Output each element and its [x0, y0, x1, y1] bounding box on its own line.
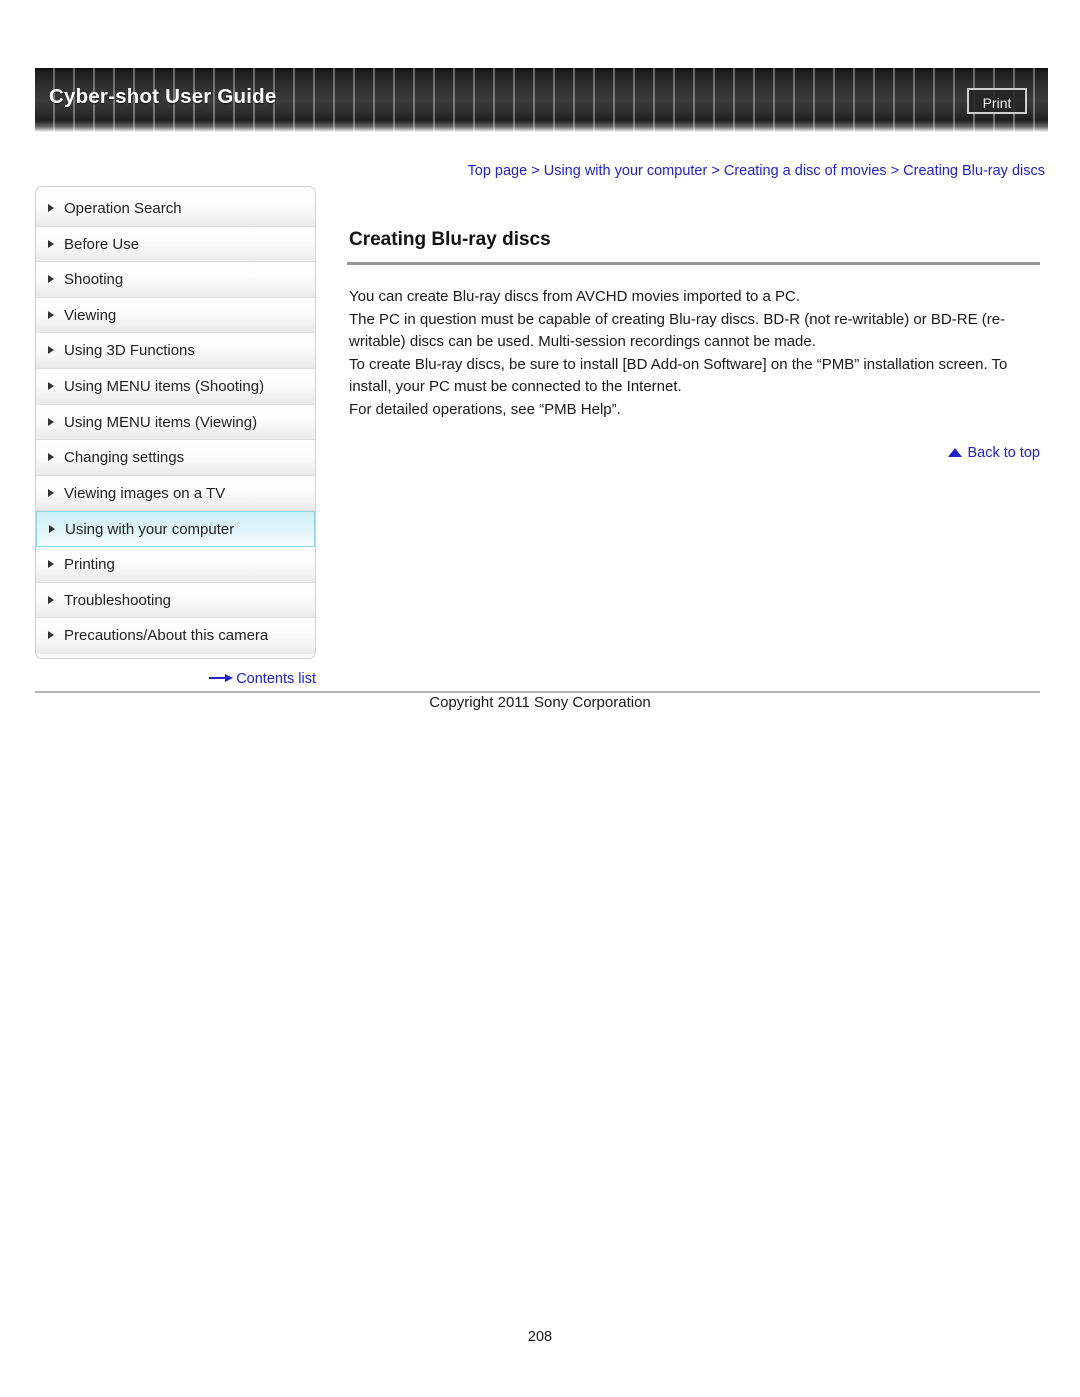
breadcrumb-separator: >: [886, 163, 904, 179]
sidebar-item-label: Printing: [64, 556, 115, 574]
body-paragraph: To create Blu-ray discs, be sure to inst…: [349, 355, 1008, 396]
sidebar-item-label: Using MENU items (Viewing): [64, 413, 258, 431]
triangle-right-icon: [48, 488, 54, 497]
breadcrumb-item-using-with-your-computer[interactable]: Using with your computer: [544, 163, 708, 179]
site-header: Cyber-shot User Guide Print: [35, 68, 1048, 132]
print-button[interactable]: Print: [967, 88, 1027, 114]
triangle-right-icon: [48, 346, 54, 355]
sidebar-item-viewing[interactable]: Viewing: [36, 297, 315, 334]
triangle-right-icon: [48, 382, 54, 390]
triangle-right-icon: [48, 310, 54, 319]
sidebar-item-label: Viewing images on a TV: [64, 484, 226, 502]
sidebar-item-using-menu-items-shooting[interactable]: Using MENU items (Shooting): [36, 368, 315, 405]
page-number: 208: [527, 1329, 553, 1345]
sidebar-item-troubleshooting[interactable]: Troubleshooting: [36, 582, 315, 619]
back-to-top-link[interactable]: Back to top: [800, 445, 1040, 461]
body-paragraph: For detailed operations, see “PMB Help”.: [349, 400, 621, 418]
sidebar-item-precautions-about-this-camera[interactable]: Precautions/About this camera: [36, 618, 315, 654]
site-title: Cyber-shot User Guide: [49, 85, 277, 108]
sidebar-item-label: Using 3D Functions: [64, 342, 195, 360]
sidebar-item-shooting[interactable]: Shooting: [36, 262, 315, 298]
sidebar-item-label: Using MENU items (Shooting): [64, 378, 265, 396]
triangle-right-icon: [49, 525, 55, 534]
sidebar-item-label: Before Use: [64, 235, 140, 253]
arrow-right-icon: [209, 673, 234, 683]
article-body: You can create Blu-ray discs from AVCHD …: [349, 286, 1049, 422]
sidebar-item-changing-settings[interactable]: Changing settings: [36, 440, 315, 476]
sidebar-item-using-3d-functions[interactable]: Using 3D Functions: [36, 333, 315, 369]
triangle-right-icon: [48, 595, 54, 604]
sidebar-item-using-with-your-computer[interactable]: Using with your computer: [36, 511, 315, 547]
page-title: Creating Blu-ray discs: [349, 229, 551, 250]
breadcrumb-item-creating-blu-ray-discs[interactable]: Creating Blu-ray discs: [903, 163, 1045, 179]
contents-list-label: Contents list: [236, 671, 316, 687]
triangle-up-icon: [948, 447, 963, 457]
back-to-top-label: Back to top: [967, 445, 1040, 461]
footer-divider: [35, 691, 1040, 693]
triangle-right-icon: [48, 275, 54, 284]
sidebar-item-viewing-images-on-a-tv[interactable]: Viewing images on a TV: [36, 475, 315, 512]
triangle-right-icon: [48, 204, 54, 213]
sidebar-item-label: Shooting: [64, 271, 124, 289]
sidebar-item-before-use[interactable]: Before Use: [36, 226, 315, 263]
sidebar-item-label: Precautions/About this camera: [64, 627, 269, 645]
triangle-right-icon: [48, 239, 54, 248]
body-paragraph: The PC in question must be capable of cr…: [349, 310, 1006, 351]
sidebar-item-using-menu-items-viewing[interactable]: Using MENU items (Viewing): [36, 404, 315, 441]
title-divider: [347, 262, 1040, 265]
breadcrumb-separator: >: [707, 163, 724, 179]
sidebar-item-label: Using with your computer: [65, 521, 235, 539]
contents-list-link[interactable]: Contents list: [35, 671, 316, 687]
sidebar-item-label: Changing settings: [64, 449, 185, 467]
body-paragraph: You can create Blu-ray discs from AVCHD …: [349, 288, 801, 305]
breadcrumb-item-creating-a-disc-of-movies[interactable]: Creating a disc of movies: [724, 163, 887, 179]
breadcrumb-separator: >: [527, 163, 544, 179]
sidebar-item-label: Viewing: [64, 307, 117, 325]
triangle-right-icon: [48, 453, 54, 462]
copyright-text: Copyright 2011 Sony Corporation: [429, 694, 651, 711]
sidebar-item-label: Operation Search: [64, 200, 182, 218]
triangle-right-icon: [48, 631, 54, 640]
breadcrumb-item-top-page[interactable]: Top page: [468, 163, 528, 179]
sidebar-item-operation-search[interactable]: Operation Search: [36, 191, 315, 227]
breadcrumb: Top page > Using with your computer > Cr…: [345, 163, 1045, 179]
sidebar-nav: Operation Search Before Use Shooting Vie…: [35, 186, 316, 659]
triangle-right-icon: [48, 417, 54, 426]
triangle-right-icon: [48, 559, 54, 568]
sidebar-item-label: Troubleshooting: [64, 591, 172, 609]
sidebar-item-printing[interactable]: Printing: [36, 546, 315, 583]
